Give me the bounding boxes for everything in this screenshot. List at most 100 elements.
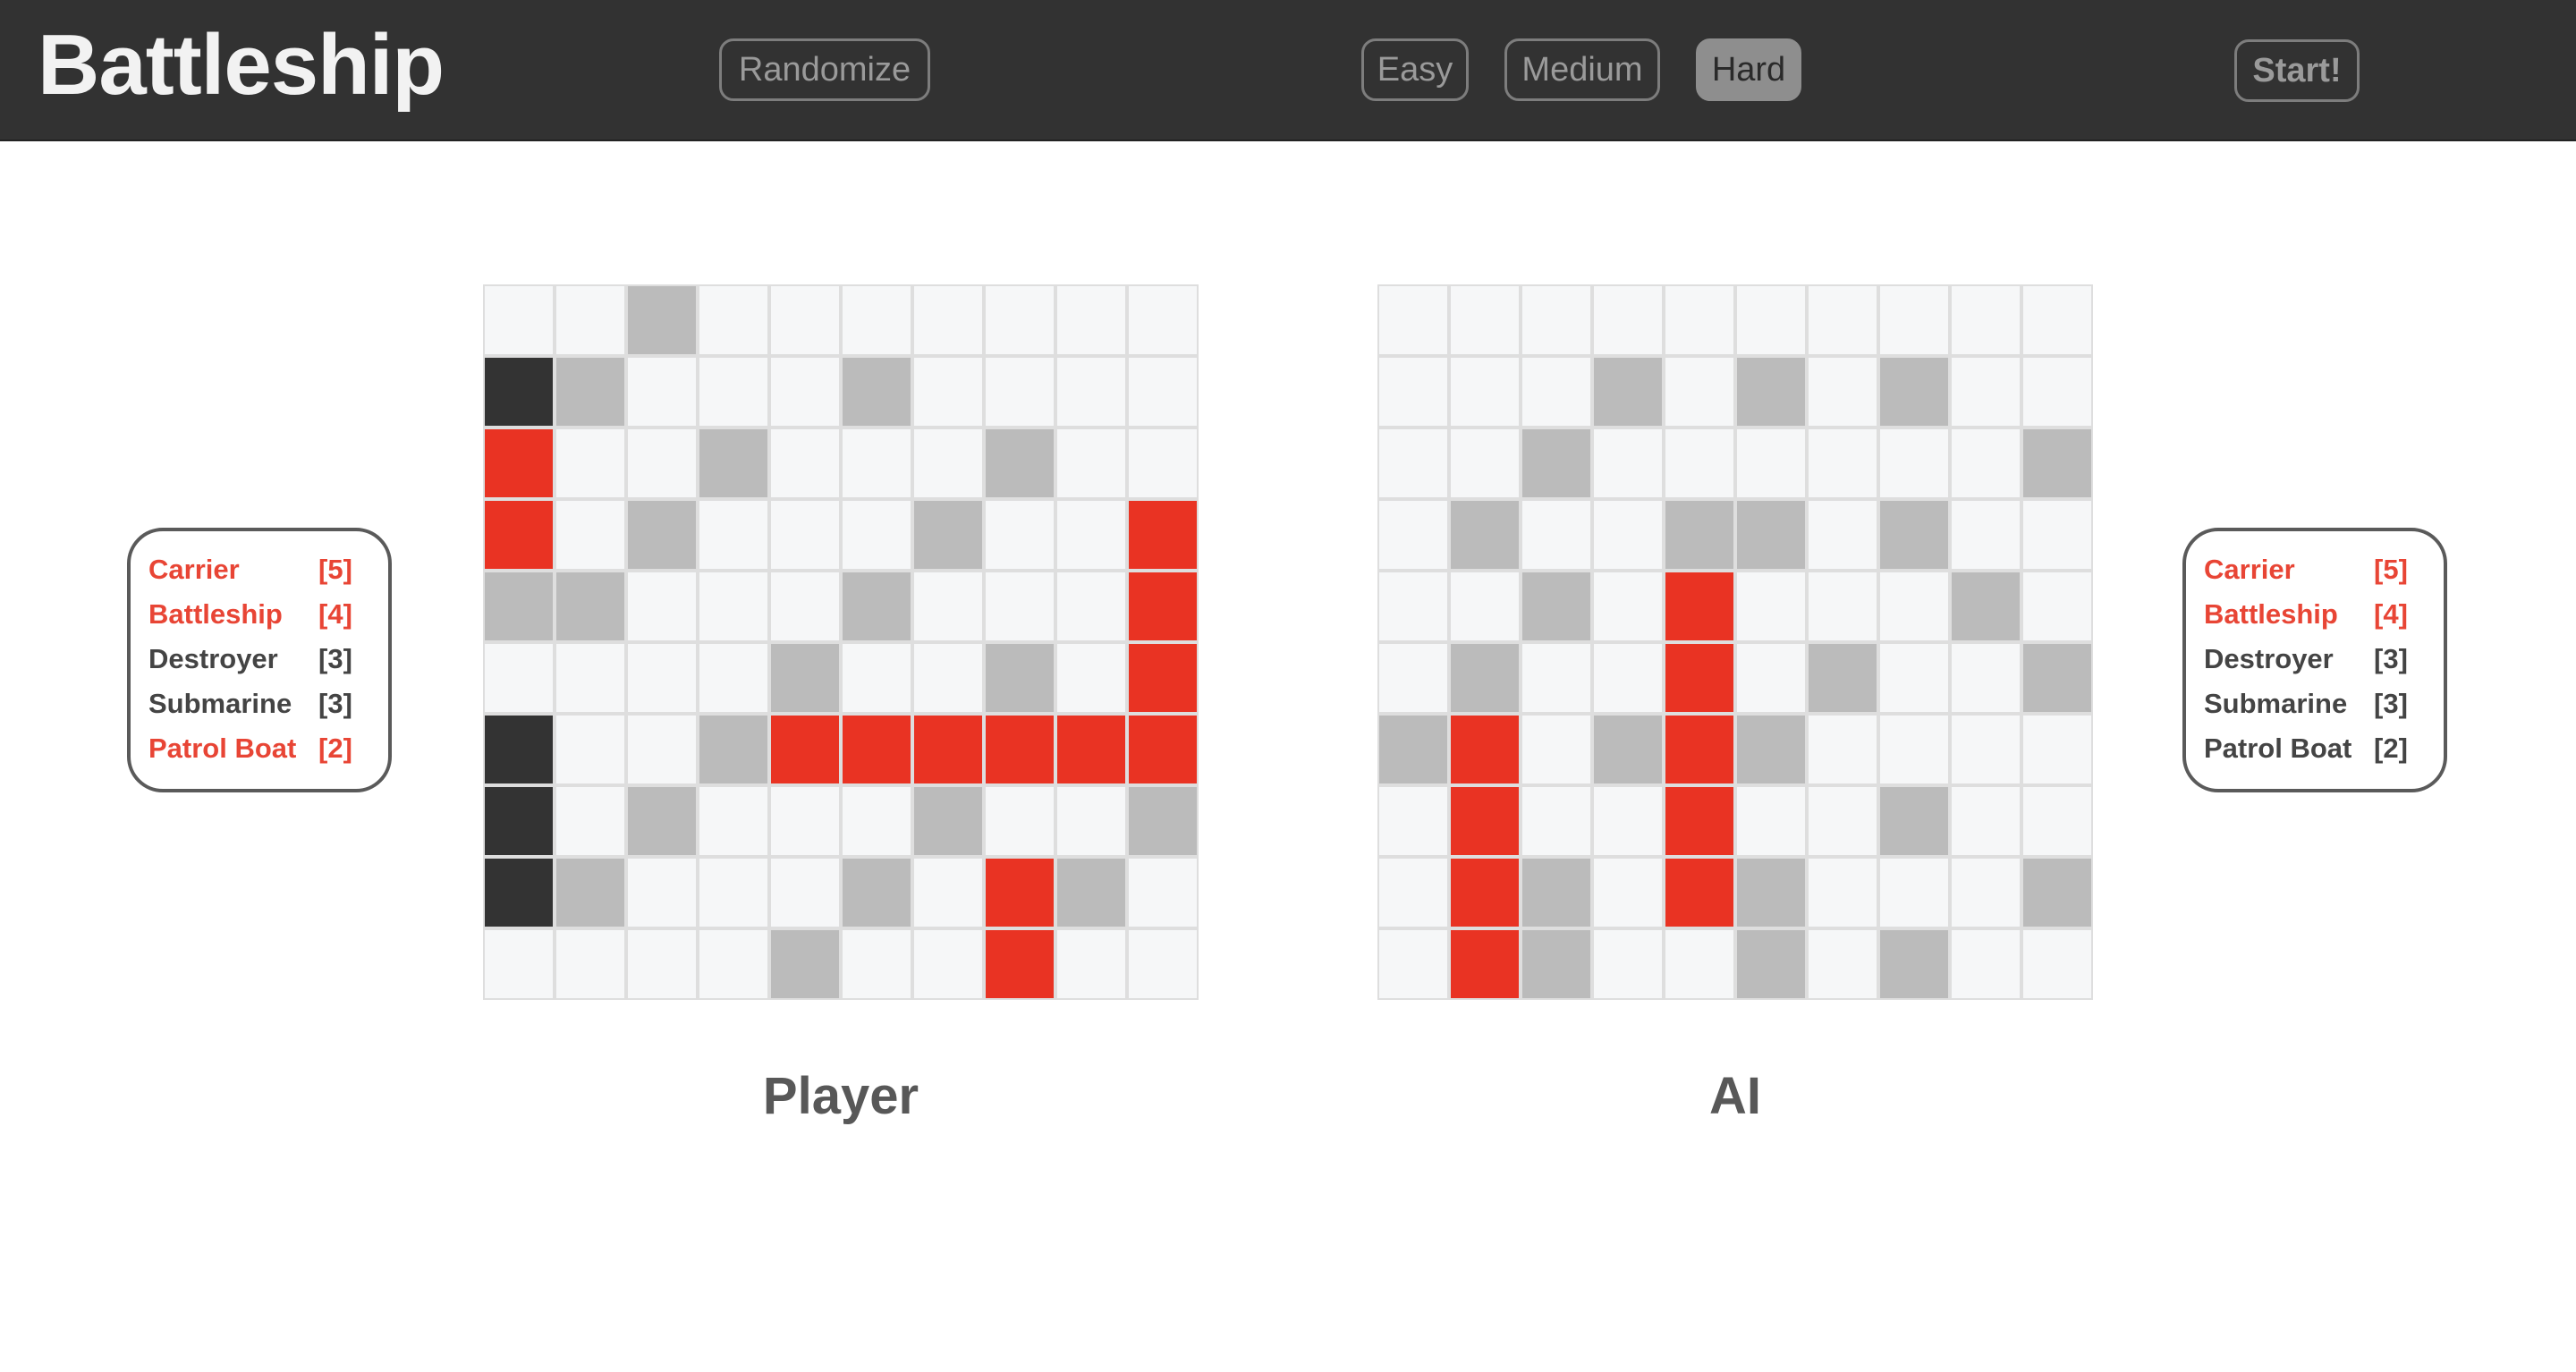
player-cell-miss[interactable]: [626, 785, 698, 857]
player-cell-empty[interactable]: [984, 571, 1055, 642]
ai-cell-miss[interactable]: [1807, 642, 1878, 714]
player-cell-hit[interactable]: [483, 428, 555, 499]
ai-cell-hit[interactable]: [1449, 714, 1521, 785]
ai-cell-miss[interactable]: [1521, 857, 1592, 928]
player-cell-empty[interactable]: [912, 571, 984, 642]
ai-cell-empty[interactable]: [1377, 571, 1449, 642]
player-cell-empty[interactable]: [769, 356, 841, 428]
ai-cell-miss[interactable]: [1592, 714, 1664, 785]
ai-cell-empty[interactable]: [1807, 928, 1878, 1000]
difficulty-medium-button[interactable]: Medium: [1504, 38, 1660, 101]
ai-cell-hit[interactable]: [1664, 785, 1735, 857]
ai-cell-empty[interactable]: [1377, 284, 1449, 356]
ai-cell-empty[interactable]: [1521, 714, 1592, 785]
ai-cell-empty[interactable]: [1449, 571, 1521, 642]
ai-cell-empty[interactable]: [1592, 785, 1664, 857]
player-cell-empty[interactable]: [769, 571, 841, 642]
ai-cell-miss[interactable]: [1449, 642, 1521, 714]
ai-cell-miss[interactable]: [1664, 499, 1735, 571]
ai-cell-empty[interactable]: [1377, 642, 1449, 714]
ai-cell-empty[interactable]: [1807, 428, 1878, 499]
player-cell-empty[interactable]: [555, 428, 626, 499]
ai-cell-empty[interactable]: [1807, 499, 1878, 571]
ai-cell-empty[interactable]: [1807, 714, 1878, 785]
ai-cell-empty[interactable]: [1592, 428, 1664, 499]
ai-cell-empty[interactable]: [1377, 785, 1449, 857]
ai-cell-hit[interactable]: [1664, 857, 1735, 928]
player-cell-empty[interactable]: [1127, 356, 1199, 428]
ai-cell-empty[interactable]: [1878, 428, 1950, 499]
ai-cell-empty[interactable]: [1592, 499, 1664, 571]
player-cell-empty[interactable]: [1055, 499, 1127, 571]
ai-cell-empty[interactable]: [1735, 642, 1807, 714]
player-cell-empty[interactable]: [698, 356, 769, 428]
ai-cell-empty[interactable]: [1950, 499, 2021, 571]
ai-cell-empty[interactable]: [1950, 714, 2021, 785]
player-cell-empty[interactable]: [841, 642, 912, 714]
player-cell-empty[interactable]: [698, 642, 769, 714]
player-cell-miss[interactable]: [984, 642, 1055, 714]
ai-cell-empty[interactable]: [1735, 284, 1807, 356]
player-cell-hit[interactable]: [769, 714, 841, 785]
player-cell-empty[interactable]: [626, 356, 698, 428]
player-cell-empty[interactable]: [841, 284, 912, 356]
player-cell-miss[interactable]: [841, 356, 912, 428]
player-cell-hit[interactable]: [483, 499, 555, 571]
player-cell-empty[interactable]: [912, 857, 984, 928]
player-cell-miss[interactable]: [912, 785, 984, 857]
player-cell-miss[interactable]: [555, 857, 626, 928]
player-cell-empty[interactable]: [555, 714, 626, 785]
player-cell-empty[interactable]: [1055, 428, 1127, 499]
ai-cell-empty[interactable]: [1807, 284, 1878, 356]
ai-cell-empty[interactable]: [2021, 499, 2093, 571]
player-cell-empty[interactable]: [1055, 284, 1127, 356]
ai-cell-empty[interactable]: [2021, 284, 2093, 356]
ai-cell-empty[interactable]: [1735, 428, 1807, 499]
player-cell-empty[interactable]: [626, 857, 698, 928]
ai-cell-hit[interactable]: [1664, 714, 1735, 785]
ai-cell-miss[interactable]: [2021, 642, 2093, 714]
player-cell-empty[interactable]: [769, 284, 841, 356]
ai-cell-empty[interactable]: [2021, 356, 2093, 428]
ai-cell-empty[interactable]: [1950, 857, 2021, 928]
ai-board[interactable]: [1377, 284, 2093, 1000]
player-cell-empty[interactable]: [769, 857, 841, 928]
ai-cell-empty[interactable]: [1377, 356, 1449, 428]
player-cell-empty[interactable]: [555, 499, 626, 571]
ai-cell-empty[interactable]: [1377, 857, 1449, 928]
player-cell-empty[interactable]: [1127, 428, 1199, 499]
player-cell-empty[interactable]: [1127, 928, 1199, 1000]
player-cell-empty[interactable]: [1055, 785, 1127, 857]
ai-cell-empty[interactable]: [1592, 642, 1664, 714]
ai-cell-empty[interactable]: [1592, 284, 1664, 356]
player-cell-miss[interactable]: [626, 284, 698, 356]
player-cell-hit[interactable]: [841, 714, 912, 785]
player-cell-empty[interactable]: [555, 928, 626, 1000]
player-cell-empty[interactable]: [555, 284, 626, 356]
player-cell-miss[interactable]: [912, 499, 984, 571]
ai-cell-empty[interactable]: [2021, 714, 2093, 785]
player-cell-hit[interactable]: [1127, 571, 1199, 642]
ai-cell-hit[interactable]: [1449, 785, 1521, 857]
ai-cell-miss[interactable]: [1878, 785, 1950, 857]
ai-cell-empty[interactable]: [1878, 857, 1950, 928]
ai-cell-empty[interactable]: [1950, 356, 2021, 428]
player-cell-miss[interactable]: [1127, 785, 1199, 857]
player-cell-empty[interactable]: [626, 571, 698, 642]
player-cell-empty[interactable]: [841, 428, 912, 499]
player-cell-empty[interactable]: [912, 428, 984, 499]
ai-cell-empty[interactable]: [1664, 928, 1735, 1000]
difficulty-hard-button[interactable]: Hard: [1696, 38, 1801, 101]
player-cell-empty[interactable]: [769, 499, 841, 571]
player-cell-empty[interactable]: [698, 571, 769, 642]
ai-cell-empty[interactable]: [1521, 499, 1592, 571]
ai-cell-hit[interactable]: [1449, 857, 1521, 928]
player-cell-hit[interactable]: [1127, 714, 1199, 785]
ai-cell-empty[interactable]: [1878, 714, 1950, 785]
player-cell-empty[interactable]: [1055, 571, 1127, 642]
player-cell-empty[interactable]: [483, 642, 555, 714]
player-cell-empty[interactable]: [984, 499, 1055, 571]
ai-cell-empty[interactable]: [1377, 928, 1449, 1000]
player-cell-empty[interactable]: [483, 284, 555, 356]
player-cell-ship[interactable]: [483, 857, 555, 928]
